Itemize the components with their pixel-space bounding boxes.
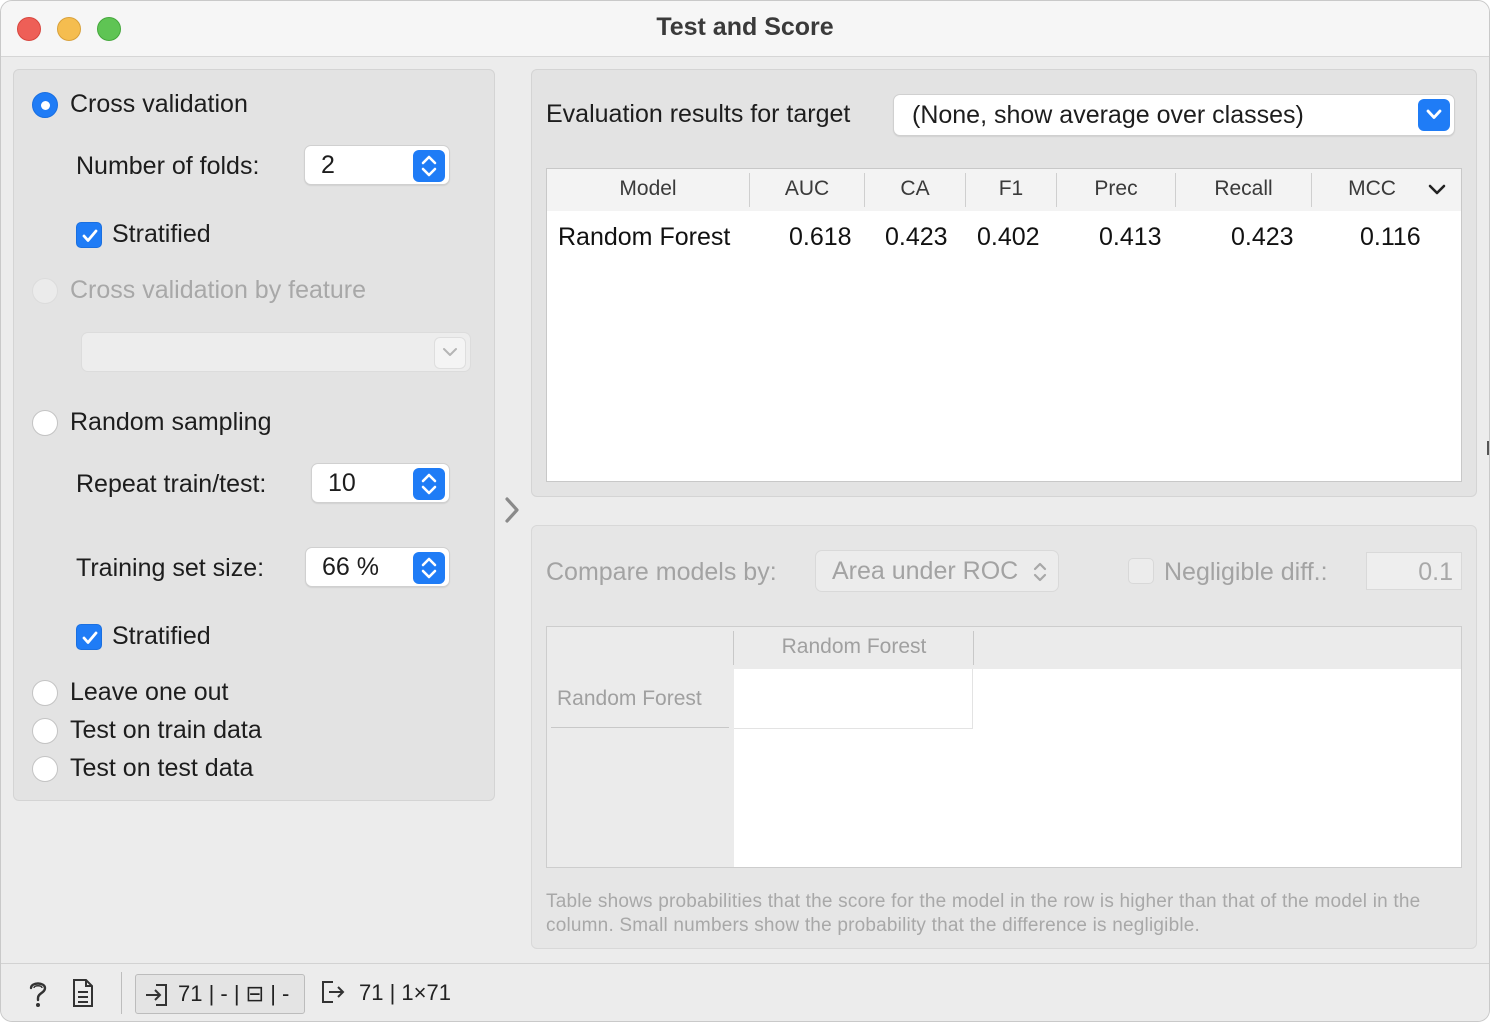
leave-one-out-radio[interactable] <box>32 679 58 706</box>
checkmark-icon <box>82 229 98 242</box>
model-comparison-panel: Compare models by: Area under ROC Neglig… <box>531 525 1477 949</box>
stratified-cv-label: Stratified <box>112 220 211 248</box>
random-sampling-option[interactable]: Random sampling <box>32 408 272 437</box>
stepper-icon[interactable] <box>413 150 445 182</box>
test-on-test-radio[interactable] <box>32 755 58 782</box>
stepper-icon[interactable] <box>413 552 445 584</box>
evaluation-results-table[interactable]: Model AUC CA F1 Prec Recall MCC Random F… <box>546 168 1462 482</box>
row-model-name: Random Forest <box>558 223 731 251</box>
comparison-column-label: Random Forest <box>781 635 927 658</box>
comparison-column-header: Random Forest <box>547 627 1461 669</box>
row-f1: 0.402 <box>977 223 1040 251</box>
cross-validation-radio[interactable] <box>32 91 58 118</box>
cv-by-feature-radio[interactable] <box>32 277 58 304</box>
negligible-diff-value: 0.1 <box>1418 558 1453 586</box>
test-on-train-label: Test on train data <box>70 716 262 744</box>
training-size-spinbox[interactable]: 66 % <box>305 547 450 587</box>
repeat-label: Repeat train/test: <box>76 470 267 498</box>
comparison-row-label: Random Forest <box>557 687 702 710</box>
checkmark-icon <box>82 631 98 644</box>
target-class-select[interactable]: (None, show average over classes) <box>893 94 1455 136</box>
stratified-rs-option[interactable]: Stratified <box>76 622 211 651</box>
column-header-prec[interactable]: Prec <box>1057 177 1175 201</box>
row-prec: 0.413 <box>1099 223 1162 251</box>
stratified-cv-checkbox[interactable] <box>76 221 102 248</box>
evaluation-target-label: Evaluation results for target <box>546 100 851 128</box>
output-summary[interactable]: 71 | 1×71 <box>319 978 451 1012</box>
compare-metric-select[interactable]: Area under ROC <box>815 550 1059 592</box>
comparison-note: Table shows probabilities that the score… <box>546 891 1421 936</box>
chevron-down-icon[interactable] <box>434 337 466 369</box>
leave-one-out-option[interactable]: Leave one out <box>32 678 228 707</box>
row-recall: 0.423 <box>1231 223 1294 251</box>
output-icon <box>319 981 347 1011</box>
target-class-value: (None, show average over classes) <box>912 101 1304 129</box>
random-sampling-label: Random sampling <box>70 408 272 436</box>
column-header-mcc[interactable]: MCC <box>1312 177 1432 201</box>
feature-select[interactable] <box>81 332 471 372</box>
row-ca: 0.423 <box>885 223 948 251</box>
training-size-value: 66 % <box>322 553 379 581</box>
status-bar: 71 | - | ⊟ | - 71 | 1×71 <box>1 963 1489 1021</box>
chevron-down-icon[interactable] <box>1418 99 1450 131</box>
cv-by-feature-option[interactable]: Cross validation by feature <box>32 276 366 305</box>
column-header-recall[interactable]: Recall <box>1176 177 1311 201</box>
training-size-label: Training set size: <box>76 554 265 582</box>
row-mcc: 0.116 <box>1360 223 1421 251</box>
random-sampling-radio[interactable] <box>32 409 58 436</box>
cross-validation-label: Cross validation <box>70 90 248 118</box>
negligible-diff-checkbox[interactable] <box>1128 558 1154 584</box>
results-table-header: Model AUC CA F1 Prec Recall MCC <box>547 169 1461 211</box>
resize-edge-indicator <box>1487 441 1489 455</box>
evaluation-panel: Evaluation results for target (None, sho… <box>531 69 1477 497</box>
repeat-spinbox[interactable]: 10 <box>311 463 450 503</box>
stepper-icon <box>1033 562 1047 582</box>
test-on-train-option[interactable]: Test on train data <box>32 716 262 745</box>
repeat-value: 10 <box>328 469 356 497</box>
title-bar: Test and Score <box>1 1 1489 57</box>
report-icon[interactable] <box>71 978 95 1013</box>
negligible-diff-label: Negligible diff.: <box>1164 558 1328 586</box>
leave-one-out-label: Leave one out <box>70 678 229 706</box>
stepper-icon[interactable] <box>413 468 445 500</box>
sampling-panel: Cross validation Number of folds: 2 Stra… <box>13 69 495 801</box>
row-auc: 0.618 <box>789 223 852 251</box>
input-summary-text: 71 | - | ⊟ | - <box>178 981 290 1006</box>
column-menu-chevron-icon[interactable] <box>1427 183 1447 202</box>
column-header-auc[interactable]: AUC <box>750 177 864 201</box>
stratified-cv-option[interactable]: Stratified <box>76 220 211 249</box>
compare-models-label: Compare models by: <box>546 558 777 586</box>
folds-value: 2 <box>321 151 335 179</box>
output-summary-text: 71 | 1×71 <box>359 980 451 1005</box>
comparison-row-header: Random Forest <box>547 669 734 867</box>
column-header-f1[interactable]: F1 <box>966 177 1056 201</box>
chevron-right-icon[interactable] <box>501 495 523 530</box>
folds-spinbox[interactable]: 2 <box>304 145 450 185</box>
comparison-cell <box>734 669 973 729</box>
stratified-rs-checkbox[interactable] <box>76 623 102 650</box>
test-on-test-option[interactable]: Test on test data <box>32 754 253 783</box>
negligible-diff-input[interactable]: 0.1 <box>1366 552 1462 590</box>
cross-validation-option[interactable]: Cross validation <box>32 90 248 119</box>
help-icon[interactable] <box>25 978 51 1015</box>
column-header-model[interactable]: Model <box>547 177 749 201</box>
comparison-table: Random Forest Random Forest <box>546 626 1462 868</box>
input-summary-button[interactable]: 71 | - | ⊟ | - <box>135 974 305 1014</box>
input-icon <box>144 982 170 1013</box>
test-on-train-radio[interactable] <box>32 717 58 744</box>
cv-by-feature-label: Cross validation by feature <box>70 276 366 304</box>
column-header-ca[interactable]: CA <box>865 177 965 201</box>
test-and-score-window: Test and Score Cross validation Number o… <box>0 0 1490 1022</box>
window-title: Test and Score <box>656 13 834 41</box>
stratified-rs-label: Stratified <box>112 622 211 650</box>
compare-metric-value: Area under ROC <box>832 557 1019 585</box>
folds-label: Number of folds: <box>76 152 260 180</box>
test-on-test-label: Test on test data <box>70 754 254 782</box>
